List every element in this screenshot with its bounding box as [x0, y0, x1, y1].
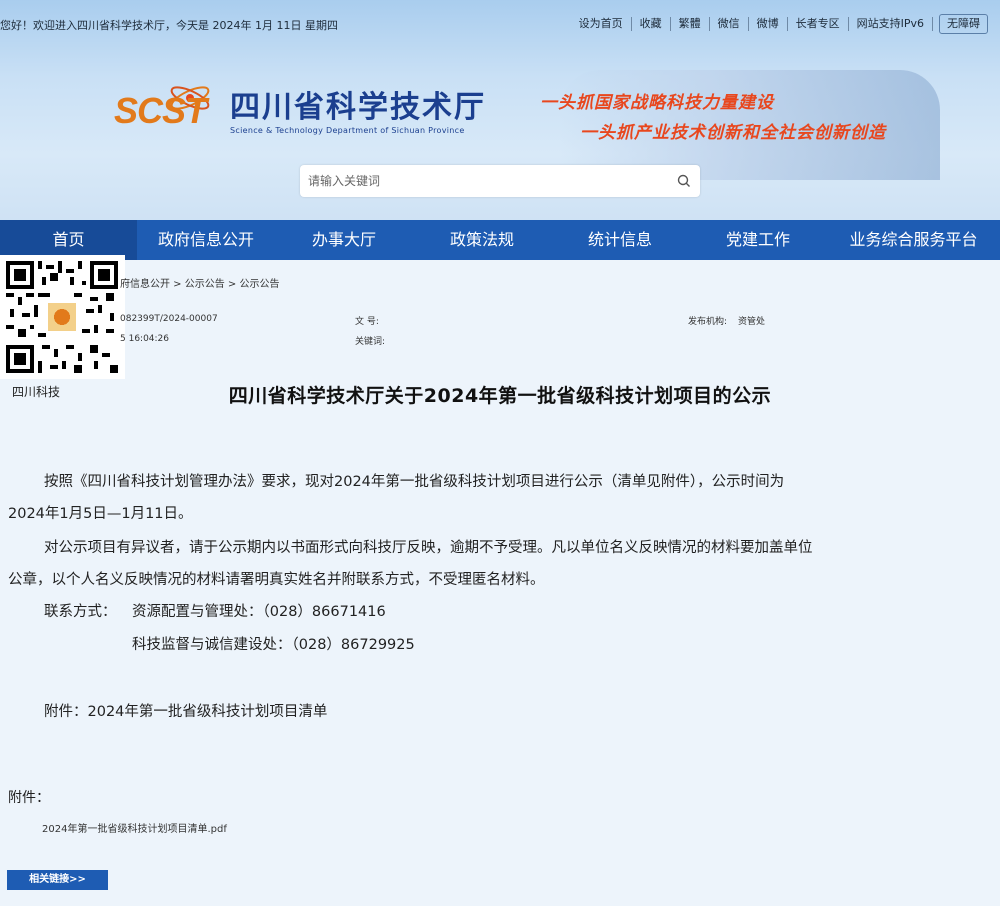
search-input[interactable]	[300, 165, 660, 197]
traditional-chinese-link[interactable]: 繁體	[671, 17, 710, 31]
search-box	[300, 165, 700, 197]
site-logo[interactable]: SCST 四川省科学技术厅 Science & Technology Depar…	[112, 66, 532, 146]
attachment-line: 附件：2024年第一批省级科技计划项目清单	[44, 704, 328, 720]
slogan-1: 一头抓国家战略科技力量建设	[540, 93, 774, 113]
site-name-en: Science & Technology Department of Sichu…	[230, 126, 465, 135]
favorite-link[interactable]: 收藏	[632, 17, 671, 31]
qr-code	[0, 255, 125, 379]
nav-policies[interactable]: 政策法规	[413, 220, 551, 260]
meta-index-no: 082399T/2024-00007	[120, 314, 218, 324]
article-title: 四川省科学技术厅关于2024年第一批省级科技计划项目的公示	[228, 385, 772, 407]
paragraph-2-line-1: 对公示项目有异议者，请于公示期内以书面形式向科技厅反映，逾期不予受理。凡以单位名…	[44, 540, 813, 556]
search-icon[interactable]	[676, 173, 692, 189]
meta-keywords-label: 关键词:	[355, 337, 386, 347]
meta-publisher-label: 发布机构:	[688, 317, 728, 327]
main-nav: 首页 政府信息公开 办事大厅 政策法规 统计信息 党建工作 业务综合服务平台	[0, 220, 1000, 260]
set-homepage-link[interactable]: 设为首页	[571, 17, 632, 31]
qr-code-icon	[6, 261, 118, 373]
paragraph-2-line-2: 公章，以个人名义反映情况的材料请署明真实姓名并附联系方式，不受理匿名材料。	[8, 572, 545, 588]
ipv6-link[interactable]: 网站支持IPv6	[849, 17, 933, 31]
weibo-link[interactable]: 微博	[749, 17, 788, 31]
nav-home[interactable]: 首页	[0, 220, 137, 260]
contact-2: 科技监督与诚信建设处：（028）86729925	[132, 637, 415, 653]
nav-party-building[interactable]: 党建工作	[689, 220, 827, 260]
related-links-button[interactable]: 相关链接>>	[7, 870, 108, 890]
meta-doc-no-label: 文 号:	[355, 317, 379, 327]
slogan-2: 一头抓产业技术创新和全社会创新创造	[580, 123, 886, 143]
top-links: 设为首页 收藏 繁體 微信 微博 长者专区 网站支持IPv6 无障碍	[571, 14, 988, 34]
logo-mark: SCST	[112, 84, 224, 134]
nav-gov-info[interactable]: 政府信息公开	[137, 220, 275, 260]
attachments-label: 附件：	[8, 790, 50, 806]
wechat-link[interactable]: 微信	[710, 17, 749, 31]
nav-statistics[interactable]: 统计信息	[551, 220, 689, 260]
top-bar: 您好！欢迎进入四川省科学技术厅，今天是 2024年 1月 11日 星期四 设为首…	[0, 14, 1000, 36]
attachment-file-link[interactable]: 2024年第一批省级科技计划项目清单.pdf	[42, 820, 227, 835]
breadcrumb[interactable]: 府信息公开 > 公示公告 > 公示公告	[120, 275, 279, 290]
contact-label: 联系方式：	[44, 604, 117, 620]
elderly-zone-link[interactable]: 长者专区	[788, 17, 849, 31]
meta-publisher: 资管处	[738, 317, 766, 327]
nav-service-platform[interactable]: 业务综合服务平台	[827, 220, 1000, 260]
accessibility-button[interactable]: 无障碍	[939, 14, 988, 34]
site-name: 四川省科学技术厅	[230, 90, 486, 125]
greeting-text: 您好！欢迎进入四川省科学技术厅，今天是 2024年 1月 11日 星期四	[0, 19, 338, 32]
paragraph-1-line-1: 按照《四川省科技计划管理办法》要求，现对2024年第一批省级科技计划项目进行公示…	[44, 474, 785, 490]
meta-date: 5 16:04:26	[120, 334, 170, 344]
paragraph-1-line-2: 2024年1月5日—1月11日。	[8, 506, 193, 522]
contact-1: 资源配置与管理处：（028）86671416	[132, 604, 386, 620]
logo-scst-text: SCST	[114, 90, 207, 131]
nav-service-hall[interactable]: 办事大厅	[275, 220, 413, 260]
site-header: 您好！欢迎进入四川省科学技术厅，今天是 2024年 1月 11日 星期四 设为首…	[0, 0, 1000, 220]
